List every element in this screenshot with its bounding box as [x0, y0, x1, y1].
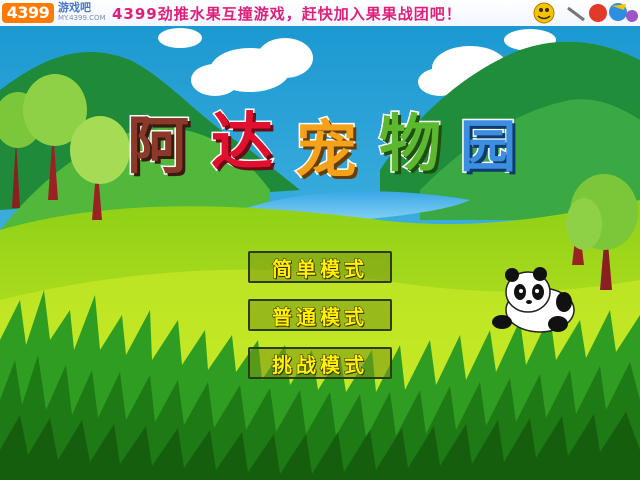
normal-mode-label: 普通模式 — [272, 305, 368, 330]
site-logo[interactable]: 游戏吧 MY.4399.COM — [58, 2, 106, 24]
game-title: 阿 达 宠 物 园 — [122, 104, 542, 188]
challenge-mode-button[interactable]: 挑战模式 — [248, 347, 392, 379]
banner-slogan[interactable]: 4399劲推水果互撞游戏，赶快加入果果战团吧！ — [112, 3, 462, 24]
easy-mode-button[interactable]: 简单模式 — [248, 251, 392, 283]
challenge-mode-label: 挑战模式 — [272, 353, 368, 378]
normal-mode-button[interactable]: 普通模式 — [248, 299, 392, 331]
title-char-1: 阿 — [125, 108, 190, 183]
title-char-3: 宠 — [293, 112, 358, 187]
landscape-background — [0, 0, 640, 480]
title-char-4: 物 — [377, 106, 442, 181]
game-screen: 4399 游戏吧 MY.4399.COM 4399劲推水果互撞游戏，赶快加入果果… — [0, 0, 640, 480]
banner-decoration-icon — [533, 2, 638, 24]
site-logo-url: MY.4399.COM — [58, 14, 106, 22]
title-char-5: 园 — [459, 114, 518, 182]
logo-4399[interactable]: 4399 — [2, 3, 54, 23]
easy-mode-label: 简单模式 — [272, 257, 368, 282]
panda-icon — [492, 267, 575, 333]
title-char-2: 达 — [209, 104, 274, 179]
ad-banner[interactable]: 4399 游戏吧 MY.4399.COM 4399劲推水果互撞游戏，赶快加入果果… — [0, 0, 640, 26]
site-logo-text: 游戏吧 — [58, 1, 91, 14]
